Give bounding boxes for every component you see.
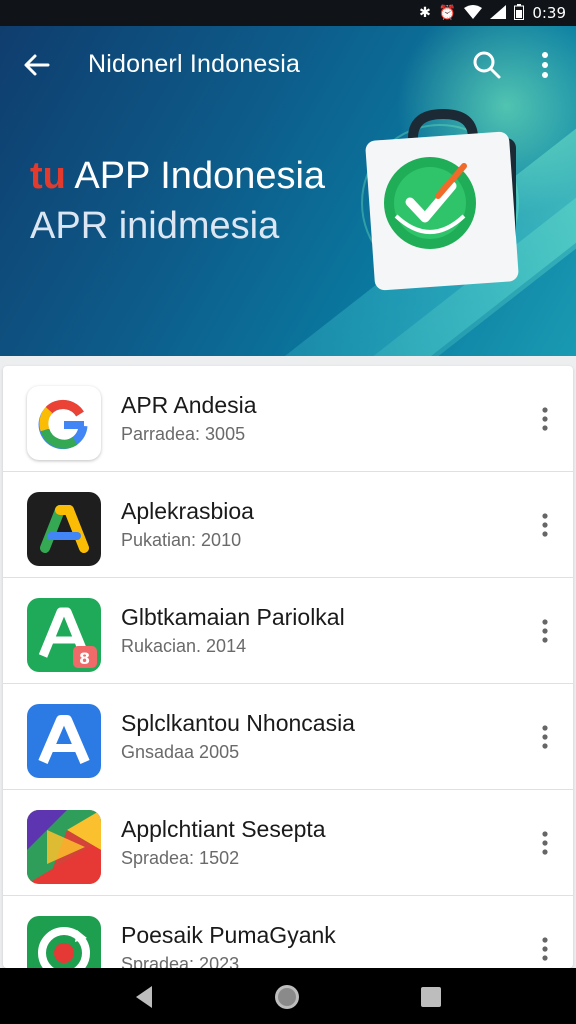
app-list: APR Andesia Parradea: 3005 Aplekrasbioa … — [3, 366, 573, 968]
list-item[interactable]: Splclkantou Nhoncasia Gnsadaa 2005 — [3, 684, 573, 790]
app-name: Aplekrasbioa — [121, 498, 254, 524]
app-subtitle: Parradea: 3005 — [121, 424, 246, 444]
list-item[interactable]: 8 Glbtkamaian Pariolkal Rukacian. 2014 — [3, 578, 573, 684]
item-overflow-button[interactable] — [533, 510, 557, 540]
app-name: APR Andesia — [121, 392, 257, 418]
item-overflow-button[interactable] — [533, 404, 557, 434]
nav-home-icon — [275, 985, 299, 1009]
item-overflow-button[interactable] — [533, 722, 557, 752]
arrow-left-icon — [24, 54, 50, 76]
list-item[interactable]: APR Andesia Parradea: 3005 — [3, 366, 573, 472]
page-title: Nidonerl Indonesia — [88, 50, 301, 78]
system-nav-bar — [0, 968, 576, 1024]
nav-recents-button[interactable] — [414, 980, 448, 1014]
battery-icon — [514, 3, 525, 23]
hero-headline: tu APP Indonesia — [30, 155, 325, 198]
search-icon — [473, 51, 501, 79]
app-subtitle: Pukatian: 2010 — [121, 530, 242, 550]
more-vertical-icon — [542, 831, 548, 855]
signal-icon — [490, 4, 507, 22]
item-overflow-button[interactable] — [533, 828, 557, 858]
list-item[interactable]: Aplekrasbioa Pukatian: 2010 — [3, 472, 573, 578]
green-refresh-icon — [27, 916, 101, 968]
nav-back-button[interactable] — [128, 980, 162, 1014]
app-subtitle: Gnsadaa 2005 — [121, 742, 240, 762]
app-name: Poesaik PumaGyank — [121, 922, 336, 948]
hero-headline-text: APP Indonesia — [74, 155, 326, 197]
a-green-badge-icon: 8 — [27, 598, 101, 672]
item-overflow-button[interactable] — [533, 934, 557, 964]
app-subtitle: Spradea: 2023 — [121, 954, 240, 968]
app-subtitle: Spradea: 1502 — [121, 848, 240, 868]
colorful-play-icon — [27, 810, 101, 884]
item-overflow-button[interactable] — [533, 616, 557, 646]
app-name: Glbtkamaian Pariolkal — [121, 604, 345, 630]
shopping-bag-checkmark-icon — [358, 108, 528, 298]
list-item[interactable]: Applchtiant Sesepta Spradea: 1502 — [3, 790, 573, 896]
app-name: Splclkantou Nhoncasia — [121, 710, 355, 736]
app-bar: Nidonerl Indonesia — [0, 26, 576, 102]
triangle-a-dark-icon — [27, 492, 101, 566]
overflow-menu-button[interactable] — [532, 48, 558, 82]
more-vertical-icon — [542, 52, 548, 78]
search-button[interactable] — [470, 48, 504, 82]
hero-brand-prefix: tu — [30, 155, 66, 197]
more-vertical-icon — [542, 619, 548, 643]
app-subtitle: Rukacian. 2014 — [121, 636, 247, 656]
back-button[interactable] — [20, 48, 54, 82]
nav-home-button[interactable] — [270, 980, 304, 1014]
alarm-icon: ⏰ — [438, 5, 457, 21]
status-bar: ✱ ⏰ 0:39 — [0, 0, 576, 26]
more-vertical-icon — [542, 513, 548, 537]
a-blue-icon — [27, 704, 101, 778]
hero-subheadline: APR inidmesia — [30, 205, 280, 247]
nav-recents-icon — [421, 987, 441, 1007]
more-vertical-icon — [542, 407, 548, 431]
status-time: 0:39 — [532, 4, 566, 22]
app-name: Applchtiant Sesepta — [121, 816, 326, 842]
google-g-icon — [27, 386, 101, 460]
bluetooth-icon: ✱ — [419, 5, 431, 21]
more-vertical-icon — [542, 937, 548, 961]
nav-back-icon — [136, 986, 152, 1008]
wifi-icon — [464, 4, 483, 22]
svg-text:8: 8 — [79, 649, 90, 668]
list-item[interactable]: Poesaik PumaGyank Spradea: 2023 — [3, 896, 573, 968]
more-vertical-icon — [542, 725, 548, 749]
